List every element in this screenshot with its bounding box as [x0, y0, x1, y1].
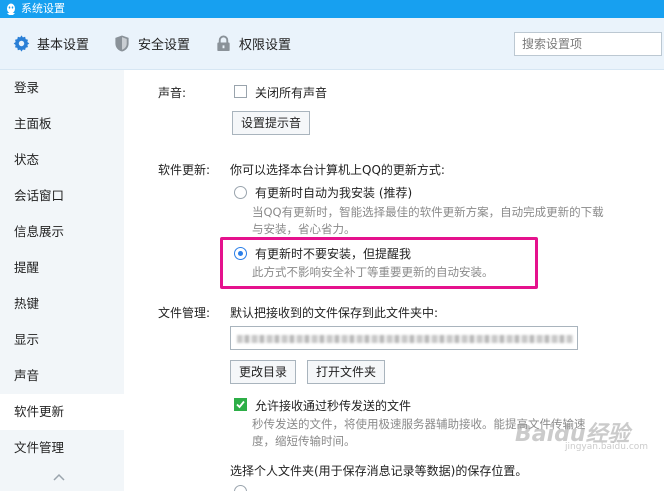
update-auto-label: 有更新时自动为我安装 (推荐): [255, 186, 413, 200]
watermark-url: jingyan.baidu.com: [565, 442, 649, 452]
personal-folder-text: 选择个人文件夹(用于保存消息记录等数据)的保存位置。: [230, 464, 528, 478]
tab-label: 安全设置: [138, 38, 191, 53]
download-path-field[interactable]: [230, 326, 578, 350]
sidebar-item-main-panel[interactable]: 主面板: [0, 106, 124, 142]
allow-fast-transfer-checkbox[interactable]: [234, 398, 247, 411]
sidebar-item-reminder[interactable]: 提醒: [0, 250, 124, 286]
allow-fast-desc-line2: 度，缩短传输时间。: [252, 434, 356, 448]
files-intro-text: 默认把接收到的文件保存到此文件夹中:: [230, 306, 439, 320]
lock-icon: [214, 35, 232, 53]
sidebar: 登录 主面板 状态 会话窗口 信息展示 提醒 热键 显示 声音 软件更新 文件管…: [0, 70, 124, 491]
tab-permission-settings[interactable]: 权限设置: [202, 18, 303, 70]
sidebar-item-software-update[interactable]: 软件更新: [0, 394, 124, 430]
tab-security-settings[interactable]: 安全设置: [101, 18, 202, 70]
open-folder-button[interactable]: 打开文件夹: [307, 360, 386, 384]
highlight-annotation-box: [220, 237, 538, 289]
sidebar-item-file-management[interactable]: 文件管理: [0, 430, 124, 466]
scroll-up-arrow-icon[interactable]: [52, 471, 66, 481]
files-section-label: 文件管理:: [158, 306, 211, 320]
shield-icon: [113, 35, 131, 53]
tab-label: 基本设置: [37, 38, 90, 53]
tab-basic-settings[interactable]: 基本设置: [0, 18, 101, 70]
update-intro-text: 你可以选择本台计算机上QQ的更新方式:: [230, 163, 445, 177]
search-input[interactable]: [514, 32, 662, 56]
blurred-path-text: [237, 335, 573, 343]
sidebar-item-display[interactable]: 显示: [0, 322, 124, 358]
update-auto-desc-line2: 与安装，省心省力。: [252, 222, 356, 236]
title-bar: 系统设置: [0, 0, 664, 18]
mute-all-checkbox[interactable]: [234, 85, 247, 98]
sidebar-item-chat-window[interactable]: 会话窗口: [0, 178, 124, 214]
mute-all-label: 关闭所有声音: [255, 86, 328, 100]
settings-tabbar: 基本设置 安全设置 权限设置: [0, 18, 664, 70]
sidebar-item-sound[interactable]: 声音: [0, 358, 124, 394]
sound-section-label: 声音:: [158, 86, 187, 100]
sidebar-item-info-display[interactable]: 信息展示: [0, 214, 124, 250]
qq-logo-icon: [4, 3, 17, 16]
change-directory-button[interactable]: 更改目录: [230, 360, 297, 384]
update-auto-desc-line1: 当QQ有更新时，智能选择最佳的软件更新方案，自动完成更新的下载: [252, 205, 604, 219]
sidebar-item-status[interactable]: 状态: [0, 142, 124, 178]
window-title: 系统设置: [21, 2, 65, 15]
personal-folder-radio[interactable]: [234, 485, 247, 491]
checkmark-icon: [236, 400, 245, 409]
update-auto-radio[interactable]: [234, 186, 247, 199]
allow-fast-transfer-label: 允许接收通过秒传发送的文件: [255, 399, 412, 413]
update-section-label: 软件更新:: [158, 163, 211, 177]
sidebar-item-hotkeys[interactable]: 热键: [0, 286, 124, 322]
set-notification-sound-button[interactable]: 设置提示音: [232, 111, 311, 135]
baidu-watermark: Baidu经验 jingyan.baidu.com: [505, 416, 655, 456]
gear-icon: [12, 35, 30, 53]
tab-label: 权限设置: [239, 38, 292, 53]
sidebar-item-login[interactable]: 登录: [0, 70, 124, 106]
